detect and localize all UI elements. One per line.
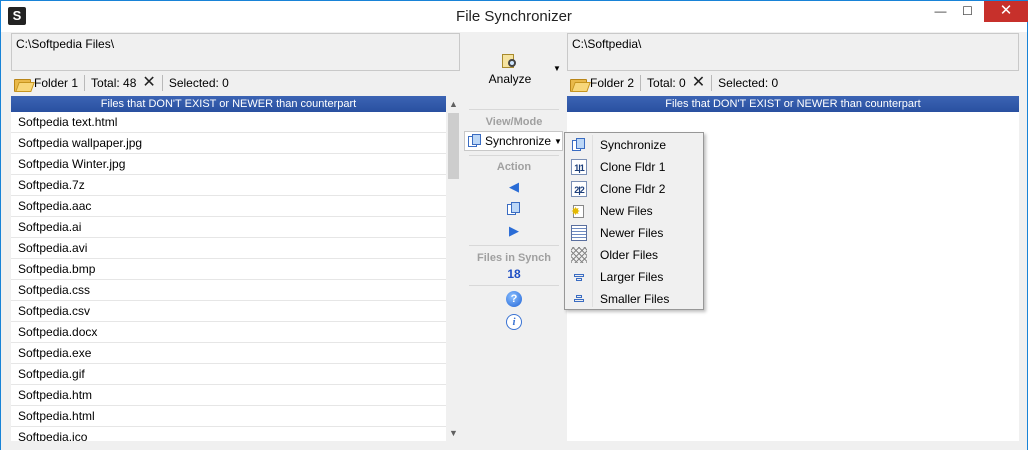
toolbar-divider	[84, 75, 86, 91]
menu-item-label: Clone Fldr 2	[600, 182, 666, 196]
info-icon[interactable]: i	[506, 314, 522, 330]
menu-item-smaller-files[interactable]: Smaller Files	[566, 288, 702, 310]
synchronize-icon	[507, 202, 521, 216]
list-item[interactable]: Softpedia text.html	[11, 112, 446, 133]
smaller-files-icon	[571, 291, 587, 307]
section-divider	[469, 245, 559, 246]
list-item[interactable]: Softpedia wallpaper.jpg	[11, 133, 446, 154]
list-item[interactable]: Softpedia.ico	[11, 427, 446, 441]
menu-item-label: Synchronize	[600, 138, 667, 152]
right-total-count: Total: 0	[647, 76, 686, 90]
clear-list-icon[interactable]: ✕	[692, 75, 705, 91]
help-icon[interactable]: ?	[506, 291, 522, 307]
list-item[interactable]: Softpedia.gif	[11, 364, 446, 385]
copy-left-arrow-icon[interactable]: ◀	[506, 179, 522, 195]
analyze-label: Analyze	[488, 72, 532, 86]
clone-folder2-icon: 2|2	[571, 181, 587, 197]
left-path-field[interactable]: C:\Softpedia Files\	[11, 33, 460, 71]
clone-folder1-icon: 1|1	[571, 159, 587, 175]
menu-item-label: Larger Files	[600, 270, 664, 284]
larger-files-icon	[571, 269, 587, 285]
menu-item-clone-fldr-2[interactable]: 2|2 Clone Fldr 2	[566, 178, 702, 200]
synchronize-icon	[468, 134, 482, 148]
mode-dropdown-menu: Synchronize 1|1 Clone Fldr 1 2|2 Clone F…	[564, 132, 704, 310]
section-divider	[469, 109, 559, 110]
view-mode-label: View/Mode	[485, 116, 543, 128]
older-files-icon	[571, 247, 587, 263]
analyze-button[interactable]: Analyze ▼	[463, 33, 565, 105]
right-path-field[interactable]: C:\Softpedia\	[567, 33, 1019, 71]
toolbar-divider	[711, 75, 713, 91]
list-item[interactable]: Softpedia Winter.jpg	[11, 154, 446, 175]
scroll-down-arrow-icon[interactable]: ▼	[446, 425, 461, 441]
maximize-button[interactable]: ☐	[954, 1, 981, 22]
list-item[interactable]: Softpedia.csv	[11, 301, 446, 322]
minimize-button[interactable]: —	[927, 1, 954, 22]
mode-dropdown-value: Synchronize	[485, 134, 552, 148]
left-folder-button[interactable]: Folder 1	[34, 76, 78, 90]
new-files-icon: ✸	[571, 203, 587, 219]
menu-item-label: New Files	[600, 204, 653, 218]
left-file-list[interactable]: Softpedia text.html Softpedia wallpaper.…	[11, 112, 446, 441]
list-item[interactable]: Softpedia.htm	[11, 385, 446, 406]
right-folder-toolbar: Folder 2 Total: 0 ✕ Selected: 0	[567, 73, 1019, 93]
left-total-count: Total: 48	[91, 76, 137, 90]
menu-item-label: Newer Files	[600, 226, 664, 240]
action-label: Action	[496, 161, 532, 173]
list-item[interactable]: Softpedia.7z	[11, 175, 446, 196]
mode-dropdown[interactable]: Synchronize ▼	[464, 131, 563, 151]
left-list-header[interactable]: Files that DON'T EXIST or NEWER than cou…	[11, 96, 446, 112]
right-folder-button[interactable]: Folder 2	[590, 76, 634, 90]
files-in-synch-label: Files in Synch	[477, 252, 551, 264]
list-item[interactable]: Softpedia.ai	[11, 217, 446, 238]
menu-item-larger-files[interactable]: Larger Files	[566, 266, 702, 288]
files-in-synch-count: 18	[507, 267, 521, 281]
chevron-down-icon: ▼	[554, 137, 562, 146]
right-selected-count: Selected: 0	[718, 76, 779, 90]
list-item[interactable]: Softpedia.css	[11, 280, 446, 301]
app-window: S File Synchronizer — ☐ ✕ C:\Softpedia F…	[0, 0, 1028, 450]
section-divider	[469, 155, 559, 156]
list-item[interactable]: Softpedia.bmp	[11, 259, 446, 280]
clear-list-icon[interactable]: ✕	[142, 75, 155, 91]
list-item[interactable]: Softpedia.exe	[11, 343, 446, 364]
copy-right-arrow-icon[interactable]: ▶	[506, 223, 522, 239]
window-title: File Synchronizer	[456, 8, 572, 25]
folder-open-icon[interactable]	[570, 77, 587, 92]
left-list-scrollbar[interactable]: ▲ ▼	[446, 96, 461, 441]
folder-open-icon[interactable]	[14, 77, 31, 92]
menu-item-label: Smaller Files	[600, 292, 670, 306]
control-panel: Analyze ▼ View/Mode Synchronize ▼ Action…	[463, 33, 565, 443]
dropdown-arrow-icon[interactable]: ▼	[553, 64, 561, 73]
menu-item-new-files[interactable]: ✸ New Files	[566, 200, 702, 222]
menu-item-synchronize[interactable]: Synchronize	[566, 134, 702, 156]
menu-item-older-files[interactable]: Older Files	[566, 244, 702, 266]
list-item[interactable]: Softpedia.docx	[11, 322, 446, 343]
list-item[interactable]: Softpedia.html	[11, 406, 446, 427]
right-list-header[interactable]: Files that DON'T EXIST or NEWER than cou…	[567, 96, 1019, 112]
list-item[interactable]: Softpedia.aac	[11, 196, 446, 217]
menu-item-newer-files[interactable]: Newer Files	[566, 222, 702, 244]
toolbar-divider	[640, 75, 642, 91]
list-item[interactable]: Softpedia.avi	[11, 238, 446, 259]
scroll-up-arrow-icon[interactable]: ▲	[446, 96, 461, 112]
menu-item-clone-fldr-1[interactable]: 1|1 Clone Fldr 1	[566, 156, 702, 178]
close-button[interactable]: ✕	[984, 1, 1028, 22]
left-folder-toolbar: Folder 1 Total: 48 ✕ Selected: 0	[11, 73, 460, 93]
toolbar-divider	[161, 75, 163, 91]
analyze-magnifier-icon	[501, 53, 518, 70]
menu-item-label: Older Files	[600, 248, 659, 262]
section-divider	[469, 285, 559, 286]
title-bar: S File Synchronizer — ☐ ✕	[1, 1, 1028, 32]
bottom-strip	[1, 442, 1027, 450]
synchronize-icon	[571, 137, 587, 153]
scroll-thumb[interactable]	[448, 113, 459, 179]
menu-item-label: Clone Fldr 1	[600, 160, 666, 174]
synchronize-action-icon[interactable]	[506, 201, 522, 217]
newer-files-icon	[571, 225, 587, 241]
left-selected-count: Selected: 0	[168, 76, 229, 90]
